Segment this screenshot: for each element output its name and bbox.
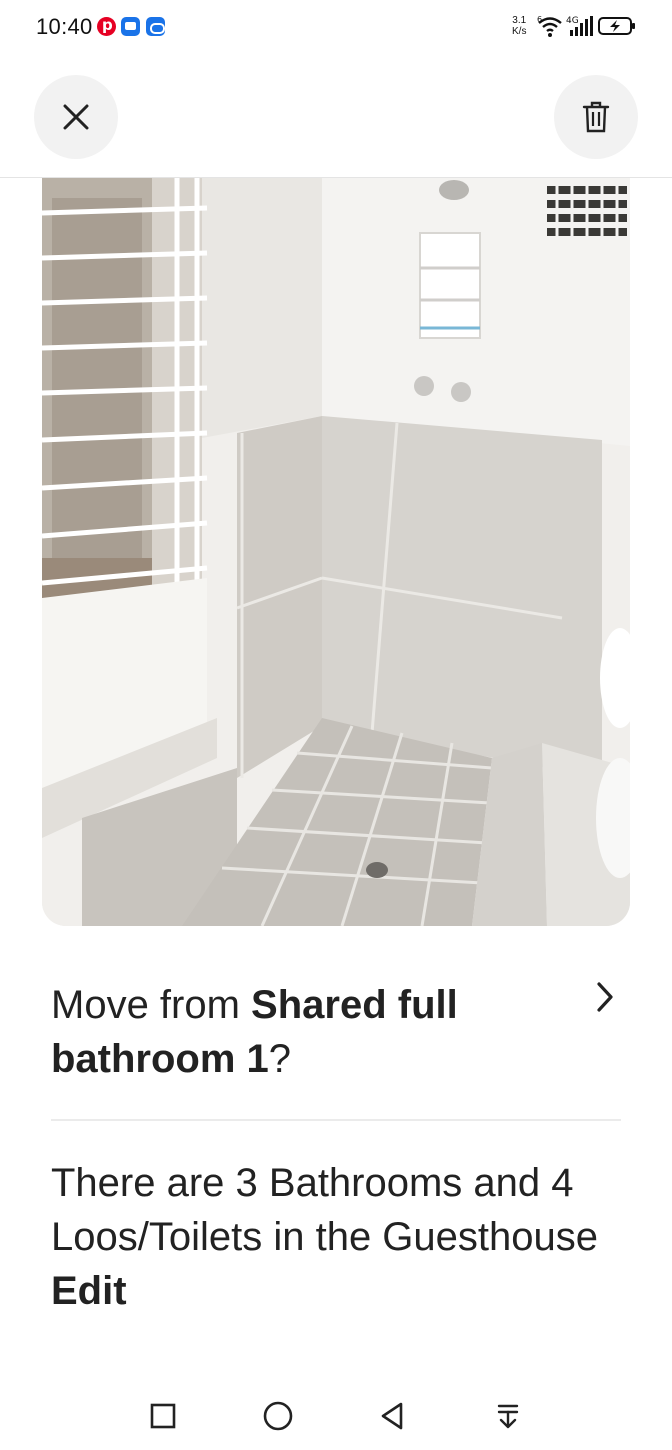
- caption-text: There are 3 Bathrooms and 4 Loos/Toilets…: [51, 1161, 599, 1259]
- status-time: 10:40: [36, 14, 93, 39]
- notification-shade-button[interactable]: [488, 1396, 528, 1436]
- move-from-prefix: Move from: [51, 983, 252, 1027]
- photo-caption: There are 3 Bathrooms and 4 Loos/Toilets…: [51, 1156, 641, 1318]
- home-icon: [263, 1401, 293, 1431]
- edit-link[interactable]: Edit: [51, 1269, 127, 1313]
- move-from-suffix: ?: [268, 1037, 292, 1081]
- move-from-text: Move from Shared full bathroom 1?: [51, 978, 541, 1086]
- recents-icon: [150, 1403, 176, 1429]
- network-speed-value: 3.1: [512, 15, 527, 26]
- wifi-icon: 6: [537, 15, 562, 37]
- battery-icon: [598, 17, 635, 35]
- signal-label: 4G: [566, 16, 579, 26]
- signal-icon: 4G: [566, 16, 593, 36]
- pinterest-icon: [97, 16, 116, 36]
- notification-shade-icon: [497, 1404, 519, 1429]
- wifi-badge: 6: [537, 15, 542, 24]
- cloud-icon: [146, 17, 165, 36]
- chevron-right-icon: [597, 982, 613, 1012]
- back-icon: [381, 1402, 403, 1430]
- home-button[interactable]: [258, 1396, 298, 1436]
- close-icon: [63, 104, 89, 130]
- move-from-row[interactable]: Move from Shared full bathroom 1?: [51, 978, 621, 1088]
- message-icon: [121, 17, 140, 36]
- header: [0, 56, 672, 178]
- back-button[interactable]: [372, 1396, 412, 1436]
- recents-button[interactable]: [143, 1396, 183, 1436]
- delete-button[interactable]: [554, 75, 638, 159]
- divider: [51, 1119, 621, 1121]
- close-button[interactable]: [34, 75, 118, 159]
- network-speed: 3.1 K/s: [512, 15, 526, 37]
- system-nav-bar: [0, 1380, 672, 1450]
- status-bar: 10:40 3.1 K/s 6 4G: [0, 0, 672, 56]
- trash-icon: [582, 101, 610, 133]
- network-speed-unit: K/s: [512, 26, 527, 37]
- bathroom-photo[interactable]: [42, 178, 630, 926]
